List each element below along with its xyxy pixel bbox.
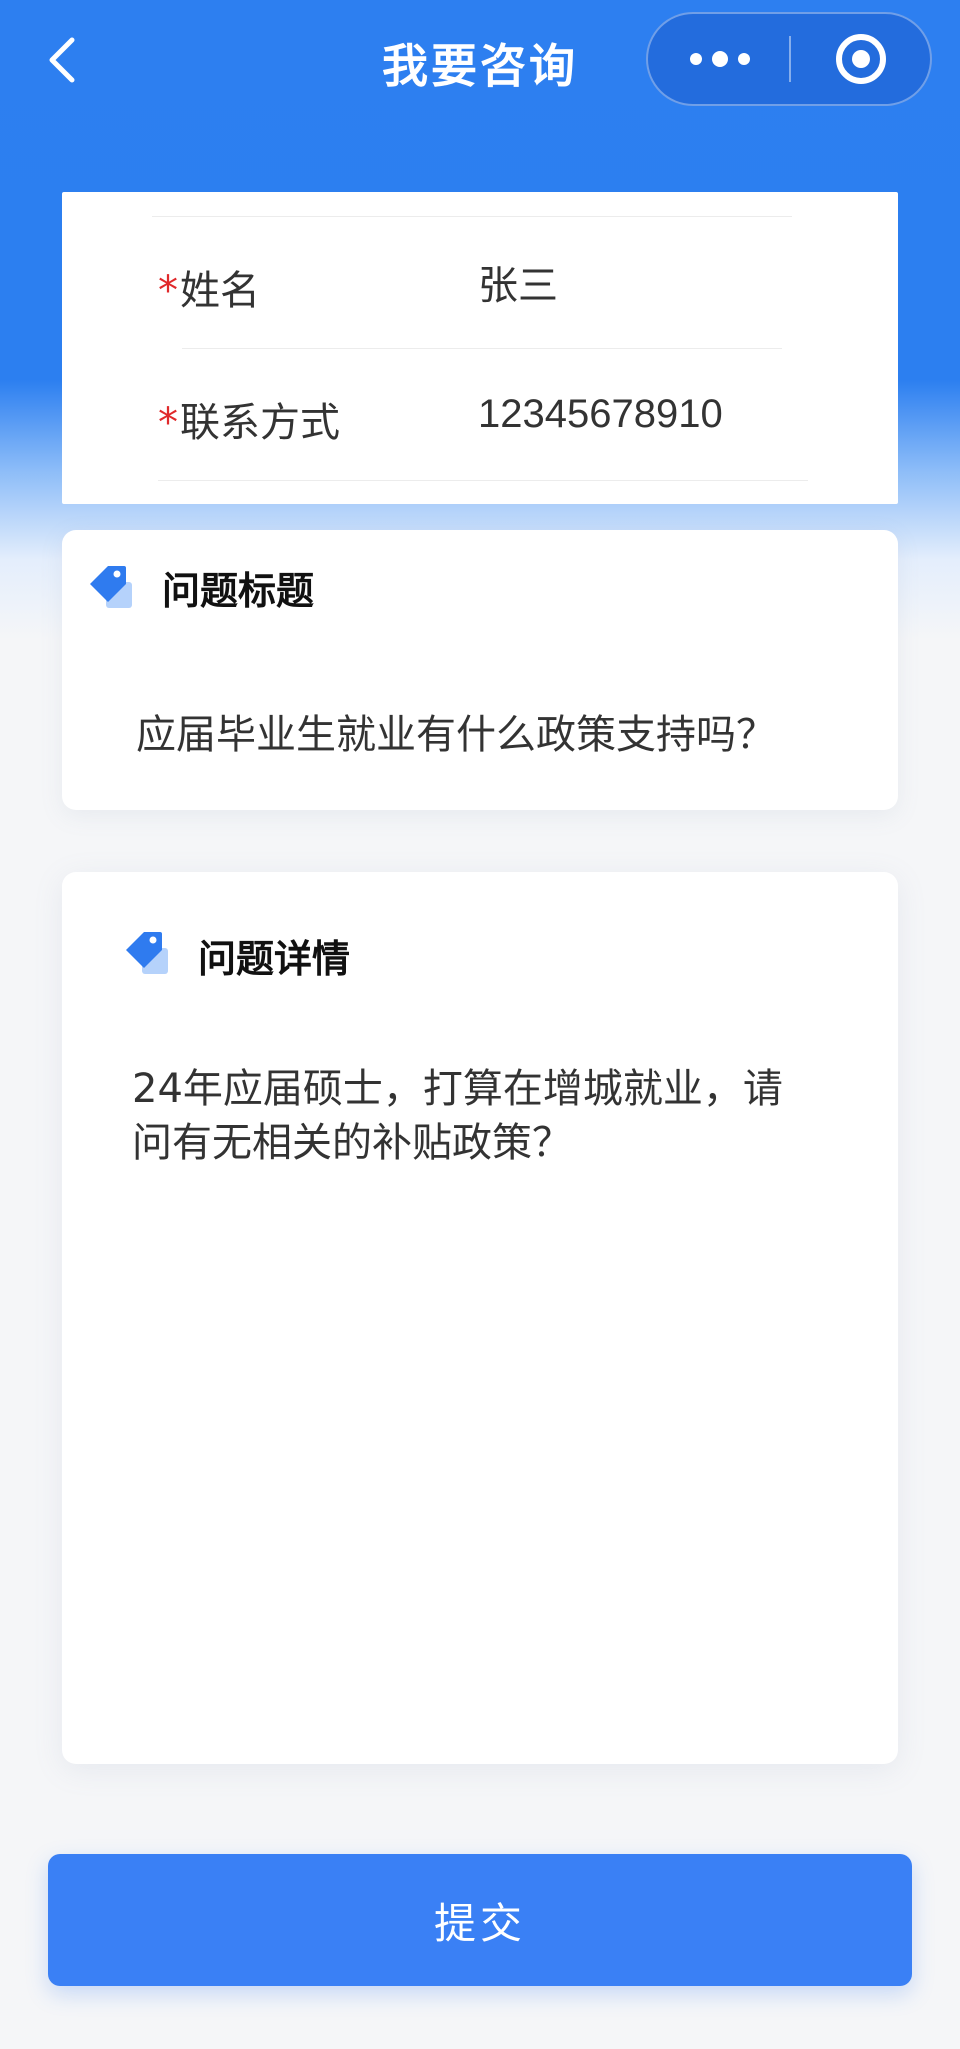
- tag-icon: [90, 566, 132, 608]
- question-detail-card: 问题详情 24年应届硕士，打算在增城就业，请 问有无相关的补贴政策？: [62, 872, 898, 1764]
- more-dots-icon: [690, 51, 750, 67]
- close-miniprogram-button[interactable]: [791, 14, 932, 104]
- question-title-card: 问题标题 应届毕业生就业有什么政策支持吗？: [62, 530, 898, 810]
- submit-button[interactable]: 提交: [48, 1854, 912, 1986]
- question-detail-textarea[interactable]: 24年应届硕士，打算在增城就业，请 问有无相关的补贴政策？: [132, 1062, 852, 1702]
- phone-field[interactable]: [478, 386, 858, 442]
- divider: [152, 216, 792, 217]
- question-title-input[interactable]: 应届毕业生就业有什么政策支持吗？: [136, 708, 856, 762]
- tag-icon: [126, 932, 168, 974]
- question-detail-heading: 问题详情: [198, 937, 351, 981]
- name-field[interactable]: [478, 254, 858, 310]
- target-circle-icon: [836, 34, 886, 84]
- name-label: *姓名: [158, 268, 260, 314]
- contact-info-card: *姓名 *联系方式: [62, 192, 898, 504]
- required-mark: *: [158, 400, 178, 446]
- miniprogram-capsule: [646, 12, 932, 106]
- divider: [158, 480, 808, 481]
- more-button[interactable]: [648, 14, 790, 104]
- question-title-heading: 问题标题: [162, 569, 315, 613]
- required-mark: *: [158, 268, 178, 314]
- phone-label: *联系方式: [158, 400, 340, 446]
- divider: [182, 348, 782, 349]
- chevron-left-icon: [49, 37, 75, 83]
- back-button[interactable]: [38, 22, 98, 98]
- navigation-bar: 我要咨询: [0, 0, 960, 118]
